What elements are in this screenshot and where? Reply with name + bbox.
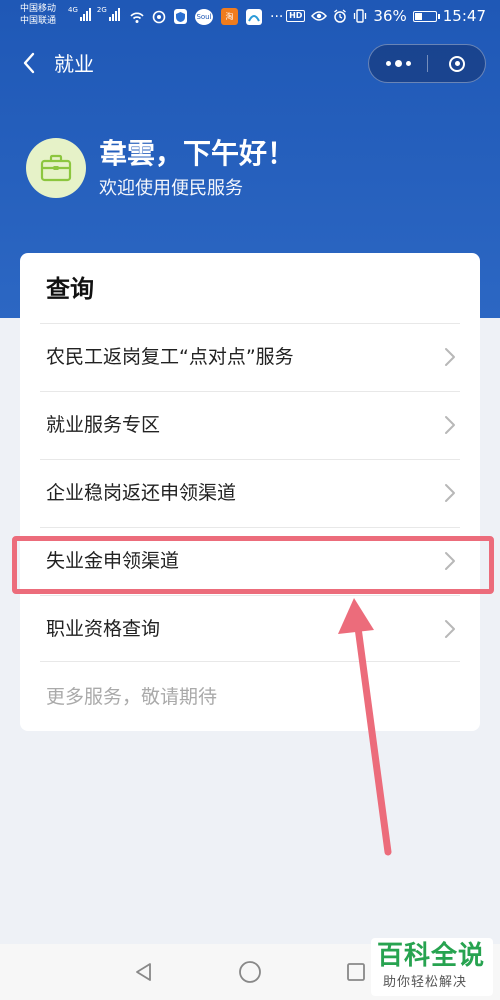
target-close-icon [449, 55, 465, 72]
watermark-title: 百科全说 [377, 941, 486, 971]
clock-time: 15:47 [442, 7, 486, 25]
menu-item-migrant-worker-service[interactable]: 农民工返岗复工“点对点”服务 [20, 323, 480, 391]
system-home-button[interactable] [236, 958, 264, 986]
swirl-app-icon [152, 10, 166, 23]
menu-item-label: 职业资格查询 [46, 618, 161, 640]
circle-home-icon [239, 961, 261, 983]
highlight-annotation [12, 536, 494, 594]
more-services-note: 更多服务，敬请期待 [20, 661, 480, 729]
status-right: HD 36% 15:47 [286, 7, 486, 25]
chevron-left-icon [23, 52, 35, 74]
notification-icons: Soul 淘 ··· [130, 8, 283, 25]
chevron-right-icon [445, 620, 455, 638]
signal-2g-icon: 2G [97, 7, 120, 21]
system-recent-button[interactable] [342, 958, 370, 986]
taobao-app-icon: 淘 [221, 8, 238, 25]
system-back-button[interactable] [130, 958, 158, 986]
menu-item-label: 就业服务专区 [46, 414, 161, 436]
vibrate-icon [354, 9, 367, 23]
watermark-subtitle: 助你轻松解决 [383, 975, 468, 990]
battery-level [414, 12, 422, 20]
carrier-info: 中国移动 中国联通 [20, 3, 56, 27]
card-title: 查询 [46, 275, 94, 303]
network-2-label: 2G [96, 6, 107, 14]
chevron-right-icon [445, 484, 455, 502]
triangle-back-icon [136, 963, 151, 981]
wifi-icon [130, 11, 144, 23]
chevron-right-icon [445, 416, 455, 434]
shield-app-icon [174, 9, 187, 24]
status-bar: 中国移动 中国联通 4G 2G Soul 淘 ··· HD 36% 15:47 [0, 0, 500, 34]
briefcase-icon [40, 154, 72, 182]
battery-percent: 36% [373, 7, 407, 25]
more-notifications-icon: ··· [270, 8, 284, 25]
close-button[interactable] [428, 45, 486, 82]
annotation-arrow-icon [338, 598, 392, 856]
battery-icon [412, 10, 440, 22]
square-recent-icon [347, 963, 365, 981]
more-services-label: 更多服务，敬请期待 [46, 686, 218, 708]
menu-item-employment-services[interactable]: 就业服务专区 [20, 391, 480, 459]
menu-item-label: 农民工返岗复工“点对点”服务 [46, 346, 294, 368]
menu-item-qualification-query[interactable]: 职业资格查询 [20, 595, 480, 663]
mini-program-capsule [368, 44, 486, 83]
page-title: 就业 [54, 52, 94, 76]
carrier-1-label: 中国移动 [20, 4, 57, 14]
signal-4g-icon: 4G [68, 7, 91, 21]
greeting-subtitle: 欢迎使用便民服务 [99, 178, 243, 199]
alarm-icon [334, 9, 347, 23]
menu-item-label: 企业稳岗返还申领渠道 [46, 482, 237, 504]
more-dots-icon [385, 61, 391, 66]
back-button[interactable] [14, 48, 44, 78]
weather-app-icon [246, 8, 262, 25]
soul-app-icon: Soul [195, 8, 213, 25]
watermark: 百科全说 助你轻松解决 [371, 938, 493, 996]
chevron-right-icon [445, 348, 455, 366]
more-button[interactable] [369, 45, 427, 82]
hd-badge: HD [286, 10, 306, 22]
signal-indicators: 4G 2G [68, 7, 120, 21]
avatar [26, 138, 86, 198]
carrier-2-label: 中国联通 [20, 16, 57, 26]
query-card: 查询 农民工返岗复工“点对点”服务 就业服务专区 企业稳岗返还申领渠道 失业金申… [20, 253, 480, 731]
menu-item-job-stabilization-refund[interactable]: 企业稳岗返还申领渠道 [20, 459, 480, 527]
eye-icon [311, 11, 328, 21]
greeting-title: 韋雲，下午好！ [99, 137, 296, 170]
network-1-label: 4G [68, 6, 78, 14]
